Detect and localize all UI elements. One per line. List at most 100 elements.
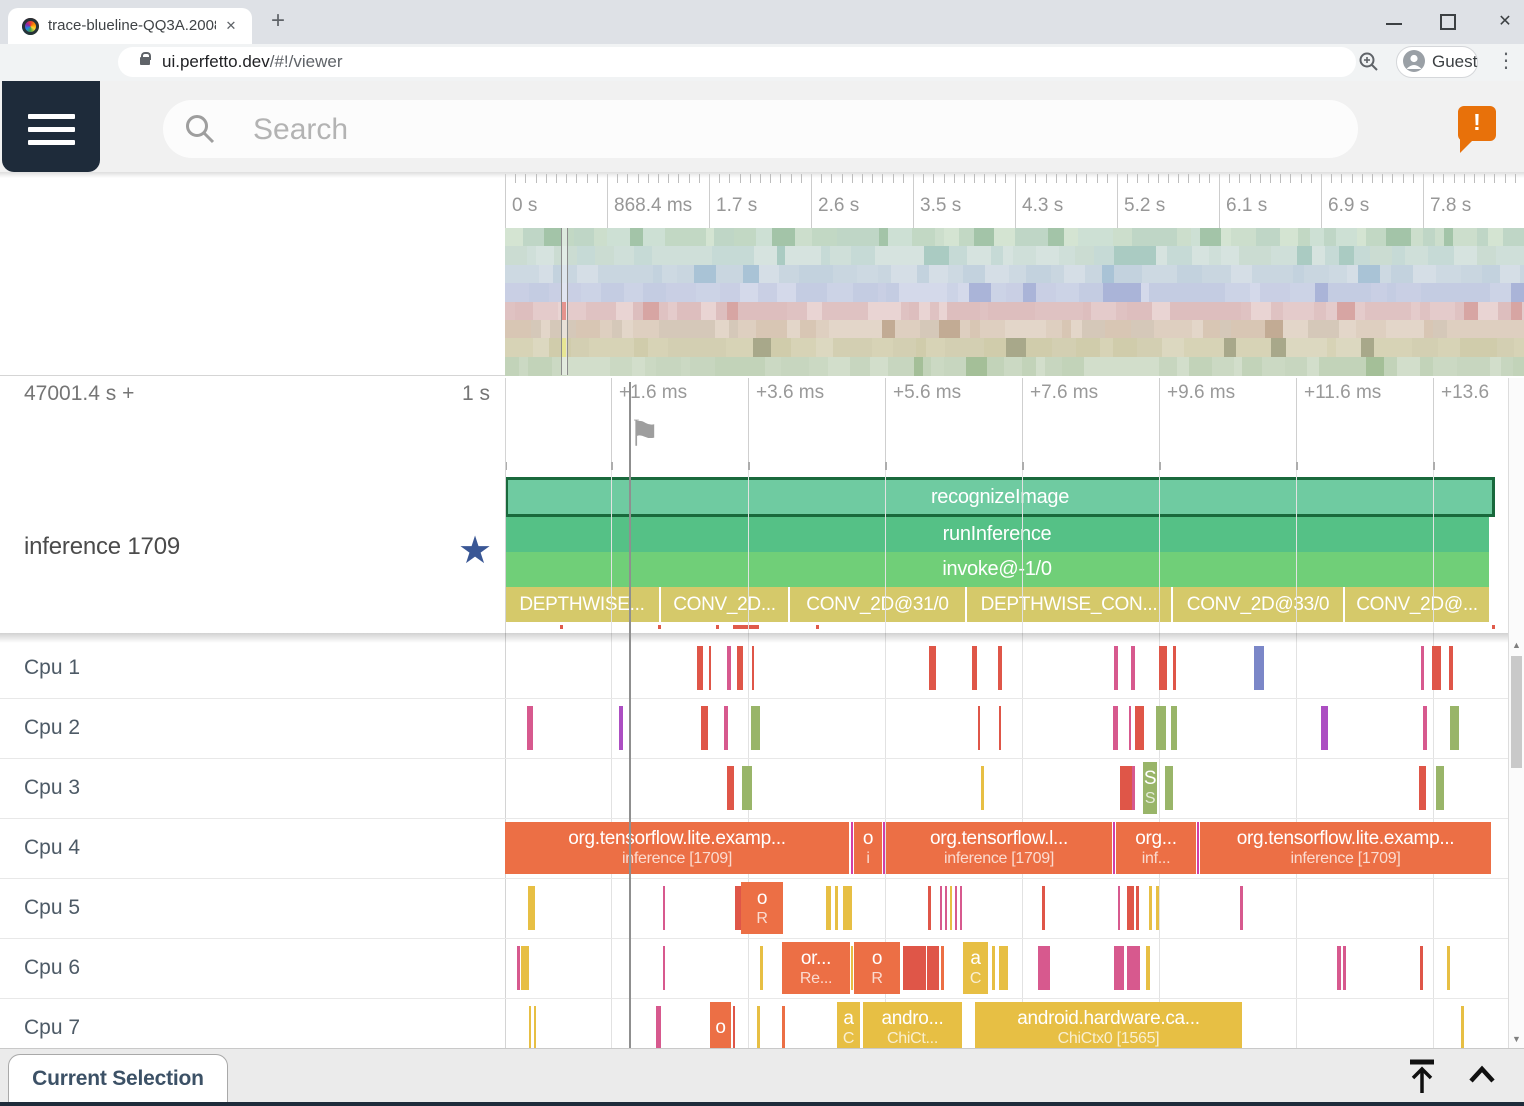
scrollbar-thumb[interactable] — [1511, 656, 1522, 768]
url-text[interactable]: ui.perfetto.dev/#!/viewer — [162, 47, 343, 77]
lock-icon[interactable] — [140, 57, 150, 65]
slice[interactable] — [1135, 706, 1144, 750]
slice[interactable] — [835, 886, 838, 930]
slice[interactable] — [1131, 646, 1135, 690]
cpu-track-name[interactable]: Cpu 3 — [24, 758, 80, 818]
window-close-button[interactable]: ✕ — [1496, 14, 1514, 30]
slice[interactable] — [883, 822, 885, 874]
vertical-scrollbar[interactable]: ▲ ▼ — [1508, 378, 1524, 1048]
tab-close-icon[interactable]: ✕ — [222, 17, 240, 35]
slice[interactable] — [534, 1006, 536, 1048]
slice[interactable] — [733, 1006, 735, 1048]
slice[interactable]: aC — [837, 1002, 860, 1048]
slice[interactable] — [737, 646, 743, 690]
slice[interactable] — [1114, 946, 1124, 990]
slice[interactable] — [727, 646, 731, 690]
scrollbar-up-icon[interactable]: ▲ — [1512, 640, 1521, 650]
slice[interactable] — [1118, 886, 1120, 930]
slice[interactable] — [826, 886, 831, 930]
menu-button[interactable] — [2, 81, 100, 172]
slice[interactable] — [709, 646, 711, 690]
slice[interactable] — [619, 706, 623, 750]
vertical-align-top-icon[interactable] — [1400, 1057, 1444, 1097]
flag-icon[interactable]: ⚑ — [628, 414, 660, 455]
slice[interactable] — [757, 1006, 760, 1048]
slice[interactable] — [701, 706, 708, 750]
slice[interactable] — [1038, 946, 1050, 990]
slice[interactable]: android.hardware.ca...ChiCtx0 [1565] — [975, 1002, 1242, 1048]
cpu-track-name[interactable]: Cpu 2 — [24, 698, 80, 758]
slice[interactable] — [1449, 646, 1453, 690]
slice[interactable] — [528, 886, 535, 930]
scrollbar-down-icon[interactable]: ▼ — [1512, 1034, 1521, 1044]
chevron-up-icon[interactable] — [1462, 1057, 1502, 1097]
slice[interactable] — [697, 646, 703, 690]
window-minimize-button[interactable] — [1386, 14, 1402, 25]
slice[interactable] — [960, 886, 962, 930]
slice[interactable] — [782, 1006, 785, 1048]
slice[interactable] — [981, 766, 984, 810]
slice[interactable] — [517, 946, 520, 990]
slice[interactable] — [1420, 946, 1423, 990]
slice[interactable] — [1136, 886, 1139, 930]
slice[interactable] — [851, 822, 853, 874]
pinned-track-name[interactable]: inference 1709 — [24, 533, 180, 561]
slice[interactable] — [1127, 946, 1140, 990]
current-selection-tab[interactable]: Current Selection — [8, 1054, 228, 1104]
new-tab-button[interactable]: + — [264, 8, 292, 36]
cpu-track-name[interactable]: Cpu 5 — [24, 878, 80, 938]
slice[interactable]: org...inf... — [1116, 822, 1196, 874]
slice[interactable] — [1421, 646, 1424, 690]
slice[interactable] — [1197, 822, 1199, 874]
slice[interactable] — [760, 946, 763, 990]
slice[interactable] — [1254, 646, 1264, 690]
slice[interactable] — [945, 886, 947, 930]
slice[interactable]: oR — [741, 882, 783, 934]
slice[interactable] — [1436, 766, 1444, 810]
slice[interactable] — [656, 1006, 661, 1048]
slice[interactable] — [751, 706, 760, 750]
slice[interactable]: or...Re... — [782, 942, 850, 994]
slice[interactable] — [928, 886, 931, 930]
slice[interactable] — [521, 946, 529, 990]
cpu-track-name[interactable]: Cpu 6 — [24, 938, 80, 998]
slice[interactable] — [843, 886, 852, 930]
slice[interactable] — [972, 646, 977, 690]
slice[interactable] — [1042, 886, 1045, 930]
slice[interactable]: aC — [963, 942, 988, 994]
slice[interactable] — [1113, 706, 1118, 750]
slice[interactable]: org.tensorflow.lite.examp...inference [1… — [505, 822, 849, 874]
slice[interactable] — [1432, 646, 1441, 690]
slice[interactable] — [950, 886, 952, 930]
slice[interactable] — [1321, 706, 1328, 750]
slice[interactable] — [1450, 706, 1459, 750]
slice[interactable]: oi — [854, 822, 882, 874]
slice[interactable] — [1171, 706, 1177, 750]
slice[interactable] — [941, 946, 944, 990]
kebab-menu-icon[interactable]: ⋮ — [1496, 48, 1516, 72]
slice[interactable] — [992, 946, 995, 990]
slice[interactable] — [1129, 706, 1131, 750]
slice[interactable] — [1423, 706, 1427, 750]
slice[interactable] — [1132, 766, 1135, 810]
slice[interactable] — [1146, 946, 1150, 990]
slice[interactable]: oR — [854, 942, 900, 994]
trace-minimap[interactable] — [0, 228, 1524, 376]
cpu-track-name[interactable]: Cpu 7 — [24, 998, 80, 1048]
pin-star-icon[interactable]: ★ — [458, 528, 492, 572]
slice[interactable] — [978, 706, 980, 750]
slice[interactable]: SS — [1143, 762, 1157, 814]
slice[interactable] — [752, 646, 754, 690]
slice[interactable] — [1159, 646, 1167, 690]
slice[interactable] — [1240, 886, 1243, 930]
slice[interactable] — [903, 946, 926, 990]
slice[interactable] — [1113, 822, 1115, 874]
slice[interactable] — [1120, 766, 1132, 810]
slice[interactable] — [1343, 946, 1346, 990]
cpu-track-name[interactable]: Cpu 1 — [24, 638, 80, 698]
window-maximize-button[interactable] — [1440, 14, 1456, 30]
slice[interactable] — [1149, 886, 1152, 930]
slice[interactable]: org.tensorflow.l...inference [1709] — [886, 822, 1112, 874]
slice[interactable] — [1127, 886, 1134, 930]
zoom-icon[interactable] — [1358, 51, 1380, 73]
